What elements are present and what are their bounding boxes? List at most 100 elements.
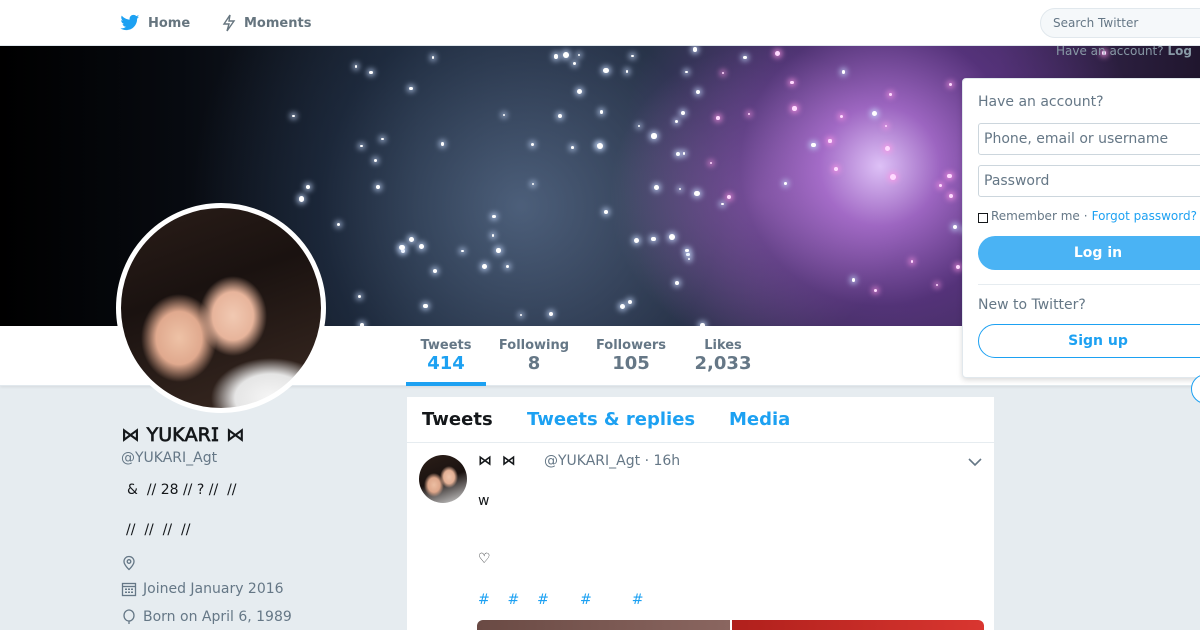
stat-value: 8 xyxy=(527,353,541,374)
banner-spark xyxy=(491,234,495,237)
banner-spark xyxy=(688,257,691,261)
nav-moments-label: Moments xyxy=(244,15,312,31)
joined-text: Joined January 2016 xyxy=(143,581,284,597)
forgot-password-link[interactable]: Forgot password? xyxy=(1092,209,1197,223)
banner-spark xyxy=(686,252,690,257)
banner-spark xyxy=(685,248,689,253)
banner-spark xyxy=(433,268,438,274)
banner-spark xyxy=(548,311,554,317)
tweet-media-image[interactable] xyxy=(477,620,730,630)
tweet-handle-time[interactable]: @YUKARI_Agt · 16h xyxy=(544,453,680,469)
banner-spark xyxy=(600,110,604,114)
banner-spark xyxy=(833,166,838,171)
banner-spark xyxy=(840,115,844,119)
profile-display-name[interactable]: ⋈ 𝖸𝖴𝖪𝖠𝖱𝖨 ⋈ xyxy=(121,424,245,446)
tweet-text-line2: ♡ xyxy=(478,551,491,567)
stat-following[interactable]: Following 8 xyxy=(494,326,574,386)
banner-spark xyxy=(874,289,878,293)
tab-tweets-replies[interactable]: Tweets & replies xyxy=(527,409,695,430)
banner-spark xyxy=(431,56,435,59)
balloon-icon xyxy=(123,609,135,624)
banner-spark xyxy=(722,72,725,75)
banner-spark xyxy=(531,142,535,146)
banner-spark xyxy=(884,146,890,151)
banner-spark xyxy=(871,111,877,117)
banner-spark xyxy=(792,106,797,111)
banner-spark xyxy=(694,190,700,197)
banner-spark xyxy=(506,264,510,268)
timeline-tabs: Tweets Tweets & replies Media xyxy=(407,397,994,443)
banner-spark xyxy=(674,280,679,285)
banner-spark xyxy=(357,294,361,299)
login-title: Have an account? xyxy=(978,94,1104,110)
banner-spark xyxy=(520,313,523,316)
tweet-hashtags[interactable]: # # # # # xyxy=(478,592,643,608)
banner-spark xyxy=(398,244,405,251)
banner-spark xyxy=(298,196,305,202)
remember-label[interactable]: Remember me xyxy=(991,209,1080,223)
username-field[interactable]: Phone, email or username xyxy=(978,123,1200,155)
profile-avatar[interactable] xyxy=(116,203,326,413)
banner-spark xyxy=(651,236,656,242)
banner-spark xyxy=(461,249,464,253)
banner-spark xyxy=(503,114,506,117)
banner-spark xyxy=(948,193,953,198)
remember-checkbox[interactable] xyxy=(978,213,988,223)
nav-moments[interactable]: Moments xyxy=(222,0,311,46)
banner-spark xyxy=(381,137,384,141)
banner-spark xyxy=(790,80,794,85)
profile-born: Born on April 6, 1989 xyxy=(121,609,292,625)
tab-media[interactable]: Media xyxy=(729,409,790,430)
tweet-menu-button[interactable] xyxy=(967,453,983,472)
have-account-link[interactable]: Have an account? Log xyxy=(1056,44,1192,58)
stat-label: Followers xyxy=(595,338,667,353)
tweet-author-name[interactable]: ⋈ ⋈ xyxy=(478,453,516,469)
banner-spark xyxy=(563,52,570,58)
login-button[interactable]: Log in xyxy=(978,236,1200,270)
have-account-text: Have an account? xyxy=(1056,44,1164,58)
banner-spark xyxy=(292,114,295,118)
banner-spark xyxy=(939,183,943,187)
login-link[interactable]: Log xyxy=(1167,44,1191,58)
profile-handle[interactable]: @YUKARI_Agt xyxy=(121,450,217,466)
stat-label: Following xyxy=(498,338,570,353)
tab-tweets[interactable]: Tweets xyxy=(422,409,493,430)
tweet-media-image[interactable] xyxy=(732,620,984,630)
banner-spark xyxy=(841,70,846,74)
stat-followers[interactable]: Followers 105 xyxy=(591,326,671,386)
password-field[interactable]: Password xyxy=(978,165,1200,197)
stat-value: 414 xyxy=(427,353,465,374)
banner-spark xyxy=(884,124,888,128)
banner-spark xyxy=(651,133,657,139)
born-text: Born on April 6, 1989 xyxy=(143,609,292,625)
banner-spark xyxy=(419,243,424,249)
stat-value: 2,033 xyxy=(694,353,752,374)
banner-spark xyxy=(774,50,780,56)
tweet-text-line1: w xyxy=(478,493,490,509)
banner-spark xyxy=(558,113,563,119)
remember-row: Remember me · Forgot password? xyxy=(978,209,1197,223)
nav-home[interactable]: Home xyxy=(120,0,190,46)
tweet-avatar[interactable] xyxy=(419,455,467,503)
banner-spark xyxy=(596,143,603,150)
banner-spark xyxy=(369,70,373,74)
banner-spark xyxy=(955,265,960,270)
banner-spark xyxy=(423,303,428,309)
banner-spark xyxy=(573,61,577,65)
separator: · xyxy=(1083,209,1088,223)
banner-spark xyxy=(910,260,914,263)
search-input[interactable]: Search Twitter xyxy=(1040,8,1200,38)
lightning-icon xyxy=(222,14,236,32)
banner-spark xyxy=(947,173,952,178)
stat-likes[interactable]: Likes 2,033 xyxy=(683,326,763,386)
signup-button[interactable]: Sign up xyxy=(978,324,1200,358)
banner-spark xyxy=(696,89,701,94)
banner-spark xyxy=(374,159,378,163)
banner-spark xyxy=(634,238,640,243)
banner-spark xyxy=(692,47,698,52)
banner-spark xyxy=(669,233,676,240)
profile-joined: Joined January 2016 xyxy=(121,581,284,597)
banner-spark xyxy=(577,53,580,56)
stat-tweets[interactable]: Tweets 414 xyxy=(406,326,486,386)
banner-spark xyxy=(890,174,896,181)
